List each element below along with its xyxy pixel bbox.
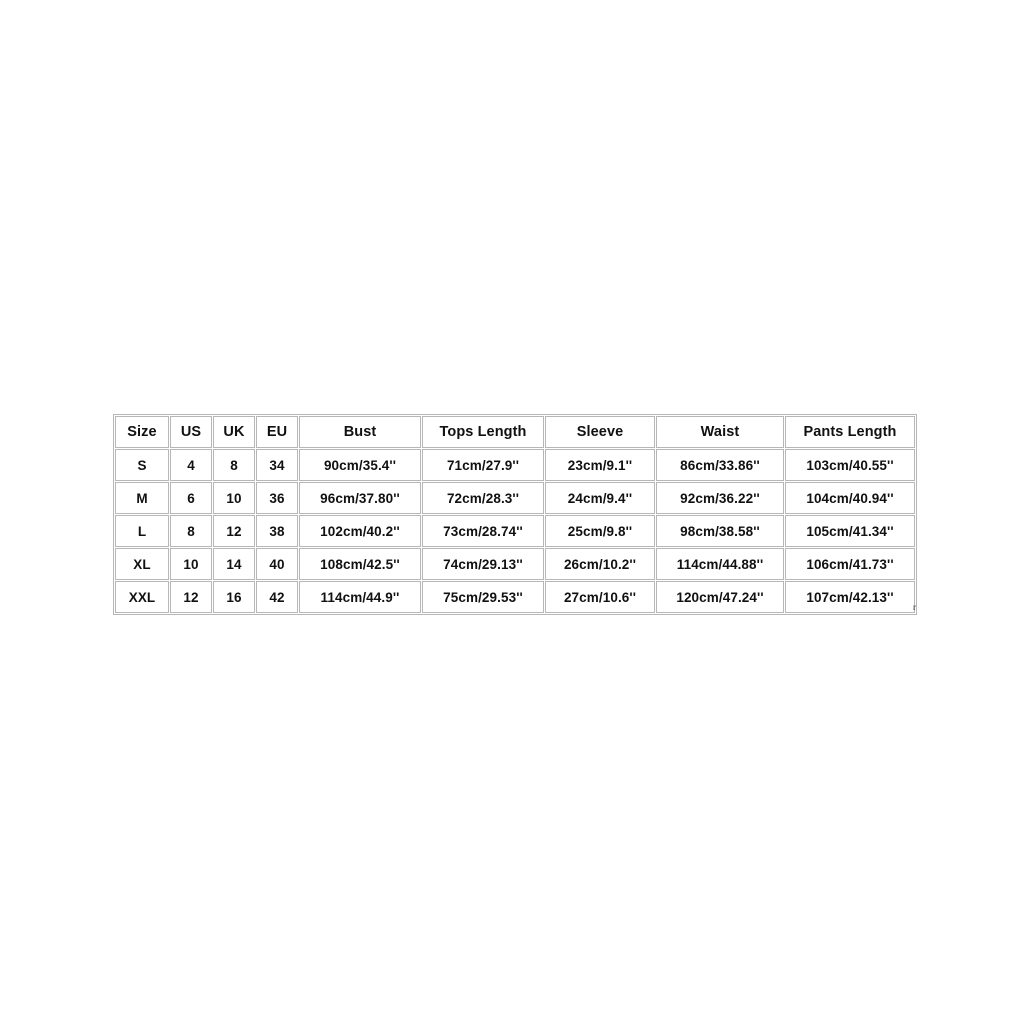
table-row: XL 10 14 40 108cm/42.5'' 74cm/29.13'' 26…: [115, 548, 915, 580]
column-header-tops-length: Tops Length: [422, 416, 544, 448]
cell-eu: 40: [256, 548, 298, 580]
cell-size: S: [115, 449, 169, 481]
cell-pants-length: 105cm/41.34'': [785, 515, 915, 547]
cell-bust: 108cm/42.5'': [299, 548, 421, 580]
cell-waist: 114cm/44.88'': [656, 548, 784, 580]
cell-waist: 98cm/38.58'': [656, 515, 784, 547]
cell-eu: 42: [256, 581, 298, 613]
cell-uk: 8: [213, 449, 255, 481]
cell-tops-length: 75cm/29.53'': [422, 581, 544, 613]
cell-waist: 86cm/33.86'': [656, 449, 784, 481]
cell-eu: 36: [256, 482, 298, 514]
cell-eu: 38: [256, 515, 298, 547]
column-header-eu: EU: [256, 416, 298, 448]
cell-bust: 90cm/35.4'': [299, 449, 421, 481]
cell-us: 12: [170, 581, 212, 613]
cell-bust: 96cm/37.80'': [299, 482, 421, 514]
cell-waist: 92cm/36.22'': [656, 482, 784, 514]
column-header-uk: UK: [213, 416, 255, 448]
cell-size: XL: [115, 548, 169, 580]
header-row: Size US UK EU Bust Tops Length Sleeve Wa…: [115, 416, 915, 448]
table-row: M 6 10 36 96cm/37.80'' 72cm/28.3'' 24cm/…: [115, 482, 915, 514]
cell-sleeve: 25cm/9.8'': [545, 515, 655, 547]
corner-artifact-mark: r: [913, 602, 916, 612]
cell-us: 8: [170, 515, 212, 547]
cell-tops-length: 71cm/27.9'': [422, 449, 544, 481]
table-row: L 8 12 38 102cm/40.2'' 73cm/28.74'' 25cm…: [115, 515, 915, 547]
cell-bust: 114cm/44.9'': [299, 581, 421, 613]
cell-size: L: [115, 515, 169, 547]
cell-bust: 102cm/40.2'': [299, 515, 421, 547]
cell-tops-length: 74cm/29.13'': [422, 548, 544, 580]
cell-uk: 10: [213, 482, 255, 514]
cell-us: 10: [170, 548, 212, 580]
table-row: XXL 12 16 42 114cm/44.9'' 75cm/29.53'' 2…: [115, 581, 915, 613]
column-header-waist: Waist: [656, 416, 784, 448]
column-header-bust: Bust: [299, 416, 421, 448]
size-chart-table: Size US UK EU Bust Tops Length Sleeve Wa…: [113, 414, 917, 615]
cell-uk: 14: [213, 548, 255, 580]
cell-tops-length: 72cm/28.3'': [422, 482, 544, 514]
cell-size: XXL: [115, 581, 169, 613]
cell-us: 4: [170, 449, 212, 481]
cell-sleeve: 24cm/9.4'': [545, 482, 655, 514]
column-header-sleeve: Sleeve: [545, 416, 655, 448]
cell-sleeve: 26cm/10.2'': [545, 548, 655, 580]
column-header-pants-length: Pants Length: [785, 416, 915, 448]
cell-waist: 120cm/47.24'': [656, 581, 784, 613]
size-chart-header: Size US UK EU Bust Tops Length Sleeve Wa…: [115, 416, 915, 448]
page-root: { "page": { "background_color": "#ffffff…: [0, 0, 1024, 1024]
cell-uk: 12: [213, 515, 255, 547]
cell-pants-length: 106cm/41.73'': [785, 548, 915, 580]
cell-pants-length: 104cm/40.94'': [785, 482, 915, 514]
cell-eu: 34: [256, 449, 298, 481]
cell-tops-length: 73cm/28.74'': [422, 515, 544, 547]
cell-size: M: [115, 482, 169, 514]
column-header-us: US: [170, 416, 212, 448]
table-row: S 4 8 34 90cm/35.4'' 71cm/27.9'' 23cm/9.…: [115, 449, 915, 481]
cell-pants-length: 107cm/42.13'': [785, 581, 915, 613]
cell-uk: 16: [213, 581, 255, 613]
cell-sleeve: 23cm/9.1'': [545, 449, 655, 481]
size-chart-body: S 4 8 34 90cm/35.4'' 71cm/27.9'' 23cm/9.…: [115, 449, 915, 613]
size-chart-container: Size US UK EU Bust Tops Length Sleeve Wa…: [113, 414, 917, 615]
cell-us: 6: [170, 482, 212, 514]
column-header-size: Size: [115, 416, 169, 448]
cell-pants-length: 103cm/40.55'': [785, 449, 915, 481]
cell-sleeve: 27cm/10.6'': [545, 581, 655, 613]
